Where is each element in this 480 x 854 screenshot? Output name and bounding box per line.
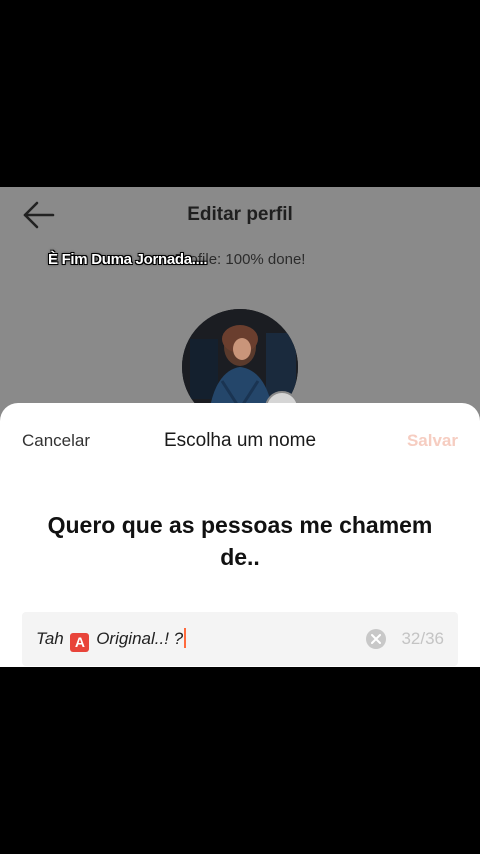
character-counter: 32/36 (401, 629, 444, 648)
save-button[interactable]: Salvar (407, 431, 458, 451)
page-title: Editar perfil (187, 204, 293, 225)
name-input[interactable]: Tah A Original..! ? (36, 628, 187, 652)
name-input-prefix: Tah (36, 629, 69, 648)
name-bottom-sheet: Cancelar Escolha um nome Salvar Quero qu… (0, 403, 480, 667)
clear-circle-icon[interactable] (366, 629, 386, 649)
header-bar: Editar perfil (0, 187, 480, 243)
name-prompt: Quero que as pessoas me chamem de.. (47, 512, 433, 570)
text-cursor (184, 628, 187, 648)
video-caption-overlay: È Fim Duma Jornada.... (48, 251, 208, 268)
app-screen: Editar perfil Profile: 100% done! È Fim … (0, 187, 480, 667)
name-input-field[interactable]: Tah A Original..! ? 32/36 (22, 612, 458, 666)
letter-a-badge-icon: A (70, 633, 90, 652)
name-input-suffix: Original..! ? (91, 629, 184, 648)
